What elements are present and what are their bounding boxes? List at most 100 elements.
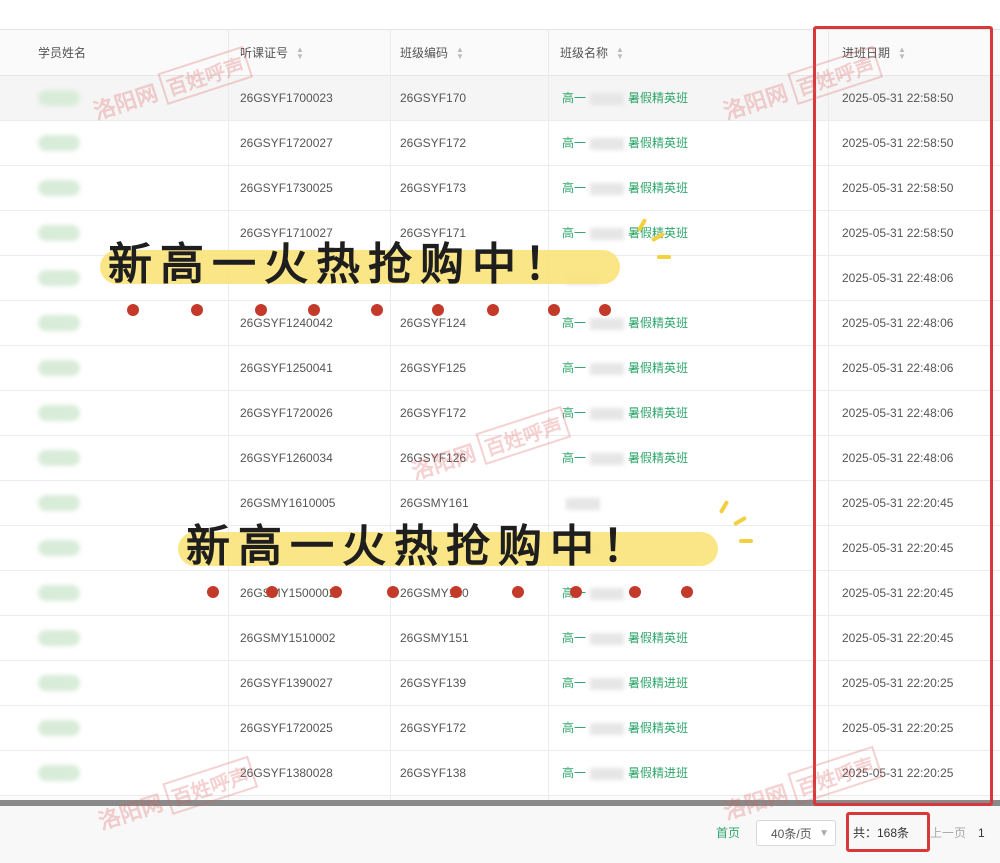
page-number[interactable]: 1 — [978, 820, 985, 846]
class-name-redacted — [590, 452, 625, 465]
cert-cell: 26GSYF1250041 — [240, 361, 333, 375]
student-name-redacted — [38, 630, 80, 646]
cert-cell: 26GSMY1500002 — [240, 586, 336, 600]
student-name-redacted — [38, 540, 80, 556]
class-name-cell[interactable]: 高一 暑假精进班 — [552, 661, 688, 706]
class-code-cell: 26GSYF124 — [400, 316, 467, 330]
cert-cell: 26GSYF1720025 — [240, 721, 333, 735]
class-name-redacted — [590, 722, 625, 735]
class-name-redacted — [590, 92, 625, 105]
class-name-redacted — [590, 362, 625, 375]
class-name-redacted — [590, 407, 625, 420]
col-header-class-name[interactable]: 班级名称 ▲ ▼ — [550, 30, 624, 76]
student-name-redacted — [38, 495, 80, 511]
promo-banner-2: 新高一火热抢购中！ — [178, 510, 738, 572]
class-name-suffix: 暑假精英班 — [628, 406, 689, 420]
class-code-cell: 26GSYF125 — [400, 361, 467, 375]
highlight-box-total — [846, 812, 930, 852]
emphasis-dot — [127, 304, 139, 316]
student-name-redacted — [38, 90, 80, 106]
student-name-redacted — [38, 225, 80, 241]
class-code-cell: 26GSMY151 — [400, 631, 469, 645]
class-name-prefix: 高一 — [562, 406, 587, 420]
sparkle-ray — [657, 255, 671, 259]
class-name-cell[interactable]: 高一 暑假精进班 — [552, 751, 688, 796]
class-code-cell: 26GSYF138 — [400, 766, 467, 780]
class-name-cell[interactable]: 高一 暑假精英班 — [552, 301, 688, 346]
promo-text-2: 新高一火热抢购中！ — [186, 521, 654, 572]
class-name-prefix: 高一 — [562, 676, 587, 690]
cert-cell: 26GSMY1510002 — [240, 631, 336, 645]
emphasis-dot — [266, 586, 278, 598]
col-class-name-label: 班级名称 — [560, 46, 609, 60]
class-name-prefix: 高一 — [562, 766, 587, 780]
cert-cell: 26GSYF1720027 — [240, 136, 333, 150]
emphasis-dot — [432, 304, 444, 316]
student-name-redacted — [38, 405, 80, 421]
student-name-redacted — [38, 720, 80, 736]
col-name-label: 学员姓名 — [38, 46, 87, 60]
class-name-suffix: 暑假精英班 — [628, 631, 689, 645]
emphasis-dot — [330, 586, 342, 598]
class-name-cell[interactable]: 高一 暑假精英班 — [552, 121, 688, 166]
class-name-cell[interactable]: 高一 — [552, 571, 628, 616]
class-name-prefix: 高一 — [562, 181, 587, 195]
col-header-code[interactable]: 班级编码 ▲ ▼ — [390, 30, 464, 76]
class-name-redacted — [590, 137, 625, 150]
class-name-suffix: 暑假精英班 — [628, 451, 689, 465]
prev-page-button[interactable]: 上一页 — [930, 820, 966, 846]
class-name-redacted — [566, 497, 600, 510]
class-code-cell: 26GSYF172 — [400, 406, 467, 420]
student-name-redacted — [38, 450, 80, 466]
class-name-redacted — [590, 677, 625, 690]
sparkle-ray — [739, 539, 753, 543]
class-name-cell[interactable]: 高一 暑假精英班 — [552, 706, 688, 751]
promo-banner-1: 新高一火热抢购中！ — [100, 228, 660, 290]
promo-text-1: 新高一火热抢购中！ — [108, 239, 576, 290]
student-name-redacted — [38, 180, 80, 196]
class-name-cell[interactable]: 高一 暑假精英班 — [552, 616, 688, 661]
class-name-prefix: 高一 — [562, 721, 587, 735]
sort-icon[interactable]: ▲ ▼ — [616, 45, 624, 61]
student-name-redacted — [38, 315, 80, 331]
page-size-select[interactable]: 40条/页 ▼ — [756, 820, 836, 846]
cert-cell: 26GSYF1390027 — [240, 676, 333, 690]
student-name-redacted — [38, 585, 80, 601]
class-name-cell[interactable]: 高一 暑假精英班 — [552, 76, 688, 121]
class-name-redacted — [590, 587, 625, 600]
class-name-cell[interactable]: 高一 暑假精英班 — [552, 391, 688, 436]
cert-cell: 26GSYF1720026 — [240, 406, 333, 420]
col-header-name: 学员姓名 — [28, 30, 86, 76]
student-name-redacted — [38, 135, 80, 151]
class-name-prefix: 高一 — [562, 136, 587, 150]
student-name-redacted — [38, 360, 80, 376]
col-code-label: 班级编码 — [400, 46, 449, 60]
emphasis-dot — [629, 586, 641, 598]
class-name-prefix: 高一 — [562, 451, 587, 465]
class-name-suffix: 暑假精英班 — [628, 721, 689, 735]
emphasis-dot — [512, 586, 524, 598]
emphasis-dot — [570, 586, 582, 598]
class-name-prefix: 高一 — [562, 316, 587, 330]
emphasis-dot — [255, 304, 267, 316]
student-name-redacted — [38, 765, 80, 781]
emphasis-dot — [599, 304, 611, 316]
class-name-suffix: 暑假精英班 — [628, 316, 689, 330]
highlight-box-date-column — [813, 26, 993, 806]
emphasis-dot — [450, 586, 462, 598]
screenshot: 学员姓名 听课证号 ▲ ▼ 班级编码 ▲ ▼ 班级名称 ▲ ▼ 进班日期 ▲ ▼ 26GSYF1… — [0, 0, 1000, 863]
chevron-down-icon: ▼ — [819, 828, 829, 839]
class-name-cell[interactable]: 高一 暑假精英班 — [552, 346, 688, 391]
class-name-prefix: 高一 — [562, 361, 587, 375]
class-code-cell: 26GSYF173 — [400, 181, 467, 195]
class-name-cell[interactable]: 高一 暑假精英班 — [552, 436, 688, 481]
emphasis-dot — [207, 586, 219, 598]
sort-icon[interactable]: ▲ ▼ — [456, 45, 464, 61]
class-code-cell: 26GSYF172 — [400, 136, 467, 150]
page-size-value: 40条/页 — [771, 827, 812, 841]
class-code-cell: 26GSYF172 — [400, 721, 467, 735]
class-name-cell[interactable]: 高一 暑假精英班 — [552, 166, 688, 211]
emphasis-dot — [371, 304, 383, 316]
sort-icon[interactable]: ▲ ▼ — [296, 45, 304, 61]
emphasis-dot — [487, 304, 499, 316]
